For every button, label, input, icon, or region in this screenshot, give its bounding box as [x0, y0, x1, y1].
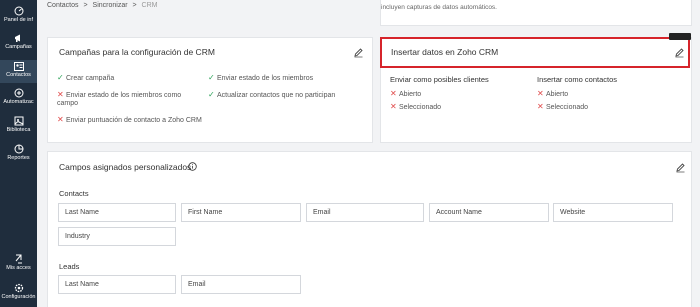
cross-icon: ✕ [390, 89, 397, 98]
check-icon: ✓ [208, 90, 215, 99]
info-icon[interactable] [188, 162, 197, 171]
cross-icon: ✕ [390, 102, 397, 111]
lead-field-email[interactable]: Email [181, 275, 301, 294]
crm-campaigns-card: Campañas para la configuración de CRM ✓ C… [47, 37, 373, 143]
campaign-option-member-status-field-cont: campo [57, 100, 79, 107]
contact-field-industry[interactable]: Industry [58, 227, 176, 246]
main-content: Contactos > Sincronizar > CRM incluyen c… [37, 0, 700, 307]
nav-label-shortcuts: Mis acces [6, 265, 31, 271]
reports-icon [14, 144, 23, 154]
custom-fields-card: Campos asignados personalizados Contacts… [47, 151, 692, 307]
cross-icon: ✕ [57, 115, 64, 124]
campaign-option-update-non-participants: ✓ Actualizar contactos que no participan [208, 90, 336, 99]
contacts-group-label: Contacts [59, 189, 89, 198]
nav-item-library[interactable]: Biblioteca [0, 116, 37, 140]
leads-option-open: ✕ Abierto [390, 89, 422, 98]
nav-item-campaigns[interactable]: Campañas [0, 33, 37, 57]
campaign-option-create: ✓ Crear campaña [57, 73, 115, 82]
contact-field-email[interactable]: Email [306, 203, 424, 222]
top-info-note: incluyen capturas de datos automáticos. [381, 4, 497, 11]
nav-label-reports: Reportes [7, 155, 30, 161]
nav-label-campaigns: Campañas [5, 44, 32, 50]
contact-field-last-name[interactable]: Last Name [58, 203, 176, 222]
custom-fields-title: Campos asignados personalizados [59, 162, 192, 172]
cross-icon: ✕ [537, 89, 544, 98]
nav-item-shortcuts[interactable]: Mis acces [0, 254, 37, 276]
automation-icon [14, 88, 23, 98]
nav-label-settings: Configuración [1, 294, 36, 300]
nav-label-library: Biblioteca [6, 127, 31, 133]
edit-tooltip [669, 33, 691, 40]
nav-label-dashboard: Panel de inf [3, 17, 34, 23]
breadcrumb-crm: CRM [141, 2, 158, 9]
edit-pencil-icon[interactable] [675, 162, 686, 173]
leads-column-heading: Enviar como posibles clientes [390, 75, 489, 84]
campaign-option-send-member-status: ✓ Enviar estado de los miembros [208, 73, 314, 82]
gear-icon [14, 283, 23, 293]
nav-item-automation[interactable]: Automatizac [0, 88, 37, 112]
nav-item-settings[interactable]: Configuración [0, 283, 37, 305]
contacts-option-selected: ✕ Seleccionado [537, 102, 589, 111]
breadcrumb-sync[interactable]: Sincronizar [93, 2, 128, 9]
library-icon [14, 116, 23, 126]
nav-label-contacts: Contactos [6, 72, 31, 78]
contact-field-website[interactable]: Website [553, 203, 673, 222]
sidebar: Panel de inf Campañas Contactos Automati… [0, 0, 37, 307]
contacts-option-open: ✕ Abierto [537, 89, 569, 98]
nav-item-dashboard[interactable]: Panel de inf [0, 6, 37, 30]
breadcrumb-contacts[interactable]: Contactos [47, 2, 79, 9]
cross-icon: ✕ [57, 90, 64, 99]
campaign-option-send-score: ✕ Enviar puntuación de contacto a Zoho CR… [57, 115, 202, 124]
edit-pencil-icon[interactable] [353, 47, 364, 58]
contact-field-first-name[interactable]: First Name [181, 203, 301, 222]
nav-item-contacts[interactable]: Contactos [0, 60, 37, 83]
check-icon: ✓ [57, 73, 64, 82]
check-icon: ✓ [208, 73, 215, 82]
megaphone-icon [14, 34, 20, 42]
shortcuts-icon [15, 254, 22, 264]
breadcrumb-separator: > [83, 2, 88, 9]
leads-group-label: Leads [59, 262, 80, 271]
crm-campaigns-title: Campañas para la configuración de CRM [59, 47, 215, 57]
lead-field-last-name[interactable]: Last Name [58, 275, 176, 294]
leads-option-selected: ✕ Seleccionado [390, 102, 442, 111]
contacts-icon [13, 62, 24, 71]
dashboard-icon [14, 6, 23, 16]
cross-icon: ✕ [537, 102, 544, 111]
highlight-box [380, 37, 690, 68]
contacts-column-heading: Insertar como contactos [537, 75, 618, 84]
breadcrumb-separator: > [132, 2, 137, 9]
nav-label-automation: Automatizac [3, 99, 34, 105]
contact-field-account-name[interactable]: Account Name [429, 203, 549, 222]
breadcrumb: Contactos > Sincronizar > CRM [47, 2, 161, 9]
nav-item-reports[interactable]: Reportes [0, 144, 37, 168]
